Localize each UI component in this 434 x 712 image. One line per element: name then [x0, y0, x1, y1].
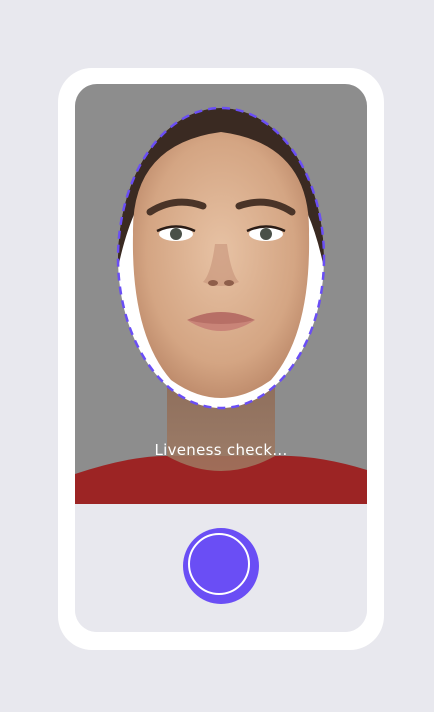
capture-circle-icon	[188, 533, 250, 595]
camera-preview: Liveness check...	[75, 84, 367, 504]
capture-controls	[75, 504, 367, 632]
phone-frame: Liveness check...	[58, 68, 384, 650]
liveness-status-text: Liveness check...	[154, 441, 288, 459]
capture-button[interactable]	[183, 528, 259, 604]
phone-screen: Liveness check...	[75, 84, 367, 632]
